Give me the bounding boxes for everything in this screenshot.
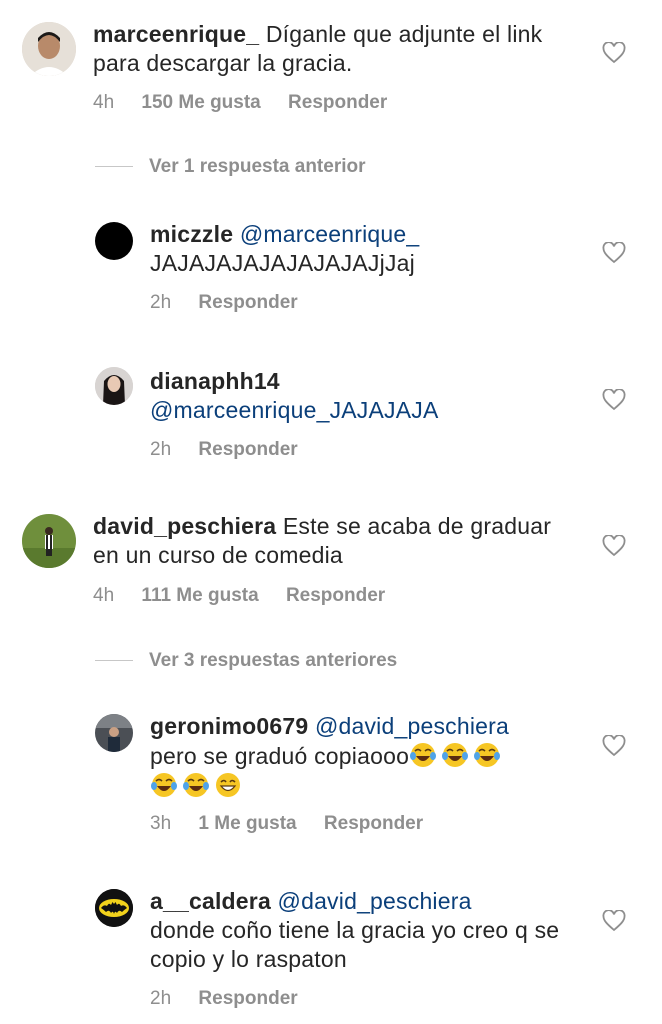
laughing-tears-emoji [473, 741, 501, 769]
heart-icon[interactable] [602, 534, 626, 557]
heart-icon[interactable] [602, 734, 626, 757]
avatar[interactable] [22, 514, 76, 568]
username[interactable]: geronimo0679 [150, 713, 308, 739]
comment-meta: 4h 150 Me gusta Responder [93, 92, 409, 114]
mention-link[interactable]: @david_peschiera [315, 713, 509, 739]
divider [95, 660, 133, 662]
view-previous-replies[interactable]: Ver 3 respuestas anteriores [95, 650, 397, 672]
likes-count[interactable]: 1 Me gusta [198, 813, 296, 834]
reply-button[interactable]: Responder [198, 988, 297, 1009]
username[interactable]: dianaphh14 [150, 368, 280, 394]
comment-meta: 2h Responder [150, 439, 320, 461]
reply-button[interactable]: Responder [286, 585, 385, 606]
grinning-emoji [214, 771, 242, 799]
reply-button[interactable]: Responder [324, 813, 423, 834]
likes-count[interactable]: 150 Me gusta [141, 92, 260, 113]
laughing-tears-emoji [441, 741, 469, 769]
comment-text: geronimo0679 @david_peschiera pero se gr… [150, 712, 570, 801]
username[interactable]: marceenrique_ [93, 21, 259, 47]
mention-link[interactable]: @david_peschiera [278, 888, 472, 914]
view-previous-replies[interactable]: Ver 1 respuesta anterior [95, 156, 366, 178]
reply-button[interactable]: Responder [288, 92, 387, 113]
comment-meta: 3h 1 Me gusta Responder [150, 813, 445, 835]
timestamp: 2h [150, 292, 172, 313]
comment-meta: 2h Responder [150, 292, 320, 314]
avatar[interactable] [95, 367, 133, 405]
comment-body: pero se graduó copiaooo [150, 743, 410, 769]
timestamp: 3h [150, 813, 172, 834]
heart-icon[interactable] [602, 41, 626, 64]
likes-count[interactable]: 111 Me gusta [141, 585, 258, 606]
timestamp: 4h [93, 585, 115, 606]
mention-link[interactable]: @marceenrique_JAJAJAJA [150, 397, 439, 423]
username[interactable]: a__caldera [150, 888, 271, 914]
laughing-tears-emoji [182, 771, 210, 799]
laughing-tears-emoji [150, 771, 178, 799]
mention-link[interactable]: @marceenrique_ [240, 221, 420, 247]
comment-body: JAJAJAJAJAJAJAJAJjJaj [150, 250, 415, 276]
comment-text: a__caldera @david_peschiera donde coño t… [150, 887, 570, 974]
timestamp: 4h [93, 92, 115, 113]
reply-button[interactable]: Responder [198, 439, 297, 460]
avatar[interactable] [22, 22, 76, 76]
reply-button[interactable]: Responder [198, 292, 297, 313]
divider [95, 166, 133, 168]
username[interactable]: miczzle [150, 221, 233, 247]
timestamp: 2h [150, 988, 172, 1009]
comment-text: david_peschiera Este se acaba de graduar… [93, 512, 563, 570]
heart-icon[interactable] [602, 909, 626, 932]
comment-text: dianaphh14 @marceenrique_JAJAJAJA [150, 367, 570, 425]
username[interactable]: david_peschiera [93, 513, 276, 539]
heart-icon[interactable] [602, 388, 626, 411]
avatar[interactable] [95, 222, 133, 260]
comment-body: donde coño tiene la gracia yo creo q se … [150, 917, 560, 972]
comment-text: miczzle @marceenrique_ JAJAJAJAJAJAJAJAJ… [150, 220, 570, 278]
avatar[interactable] [95, 714, 133, 752]
heart-icon[interactable] [602, 241, 626, 264]
laughing-tears-emoji [409, 741, 437, 769]
comment-meta: 2h Responder [150, 988, 320, 1010]
comment-text: marceenrique_ Díganle que adjunte el lin… [93, 20, 563, 78]
timestamp: 2h [150, 439, 172, 460]
comment-meta: 4h 111 Me gusta Responder [93, 585, 407, 607]
avatar[interactable] [95, 889, 133, 927]
